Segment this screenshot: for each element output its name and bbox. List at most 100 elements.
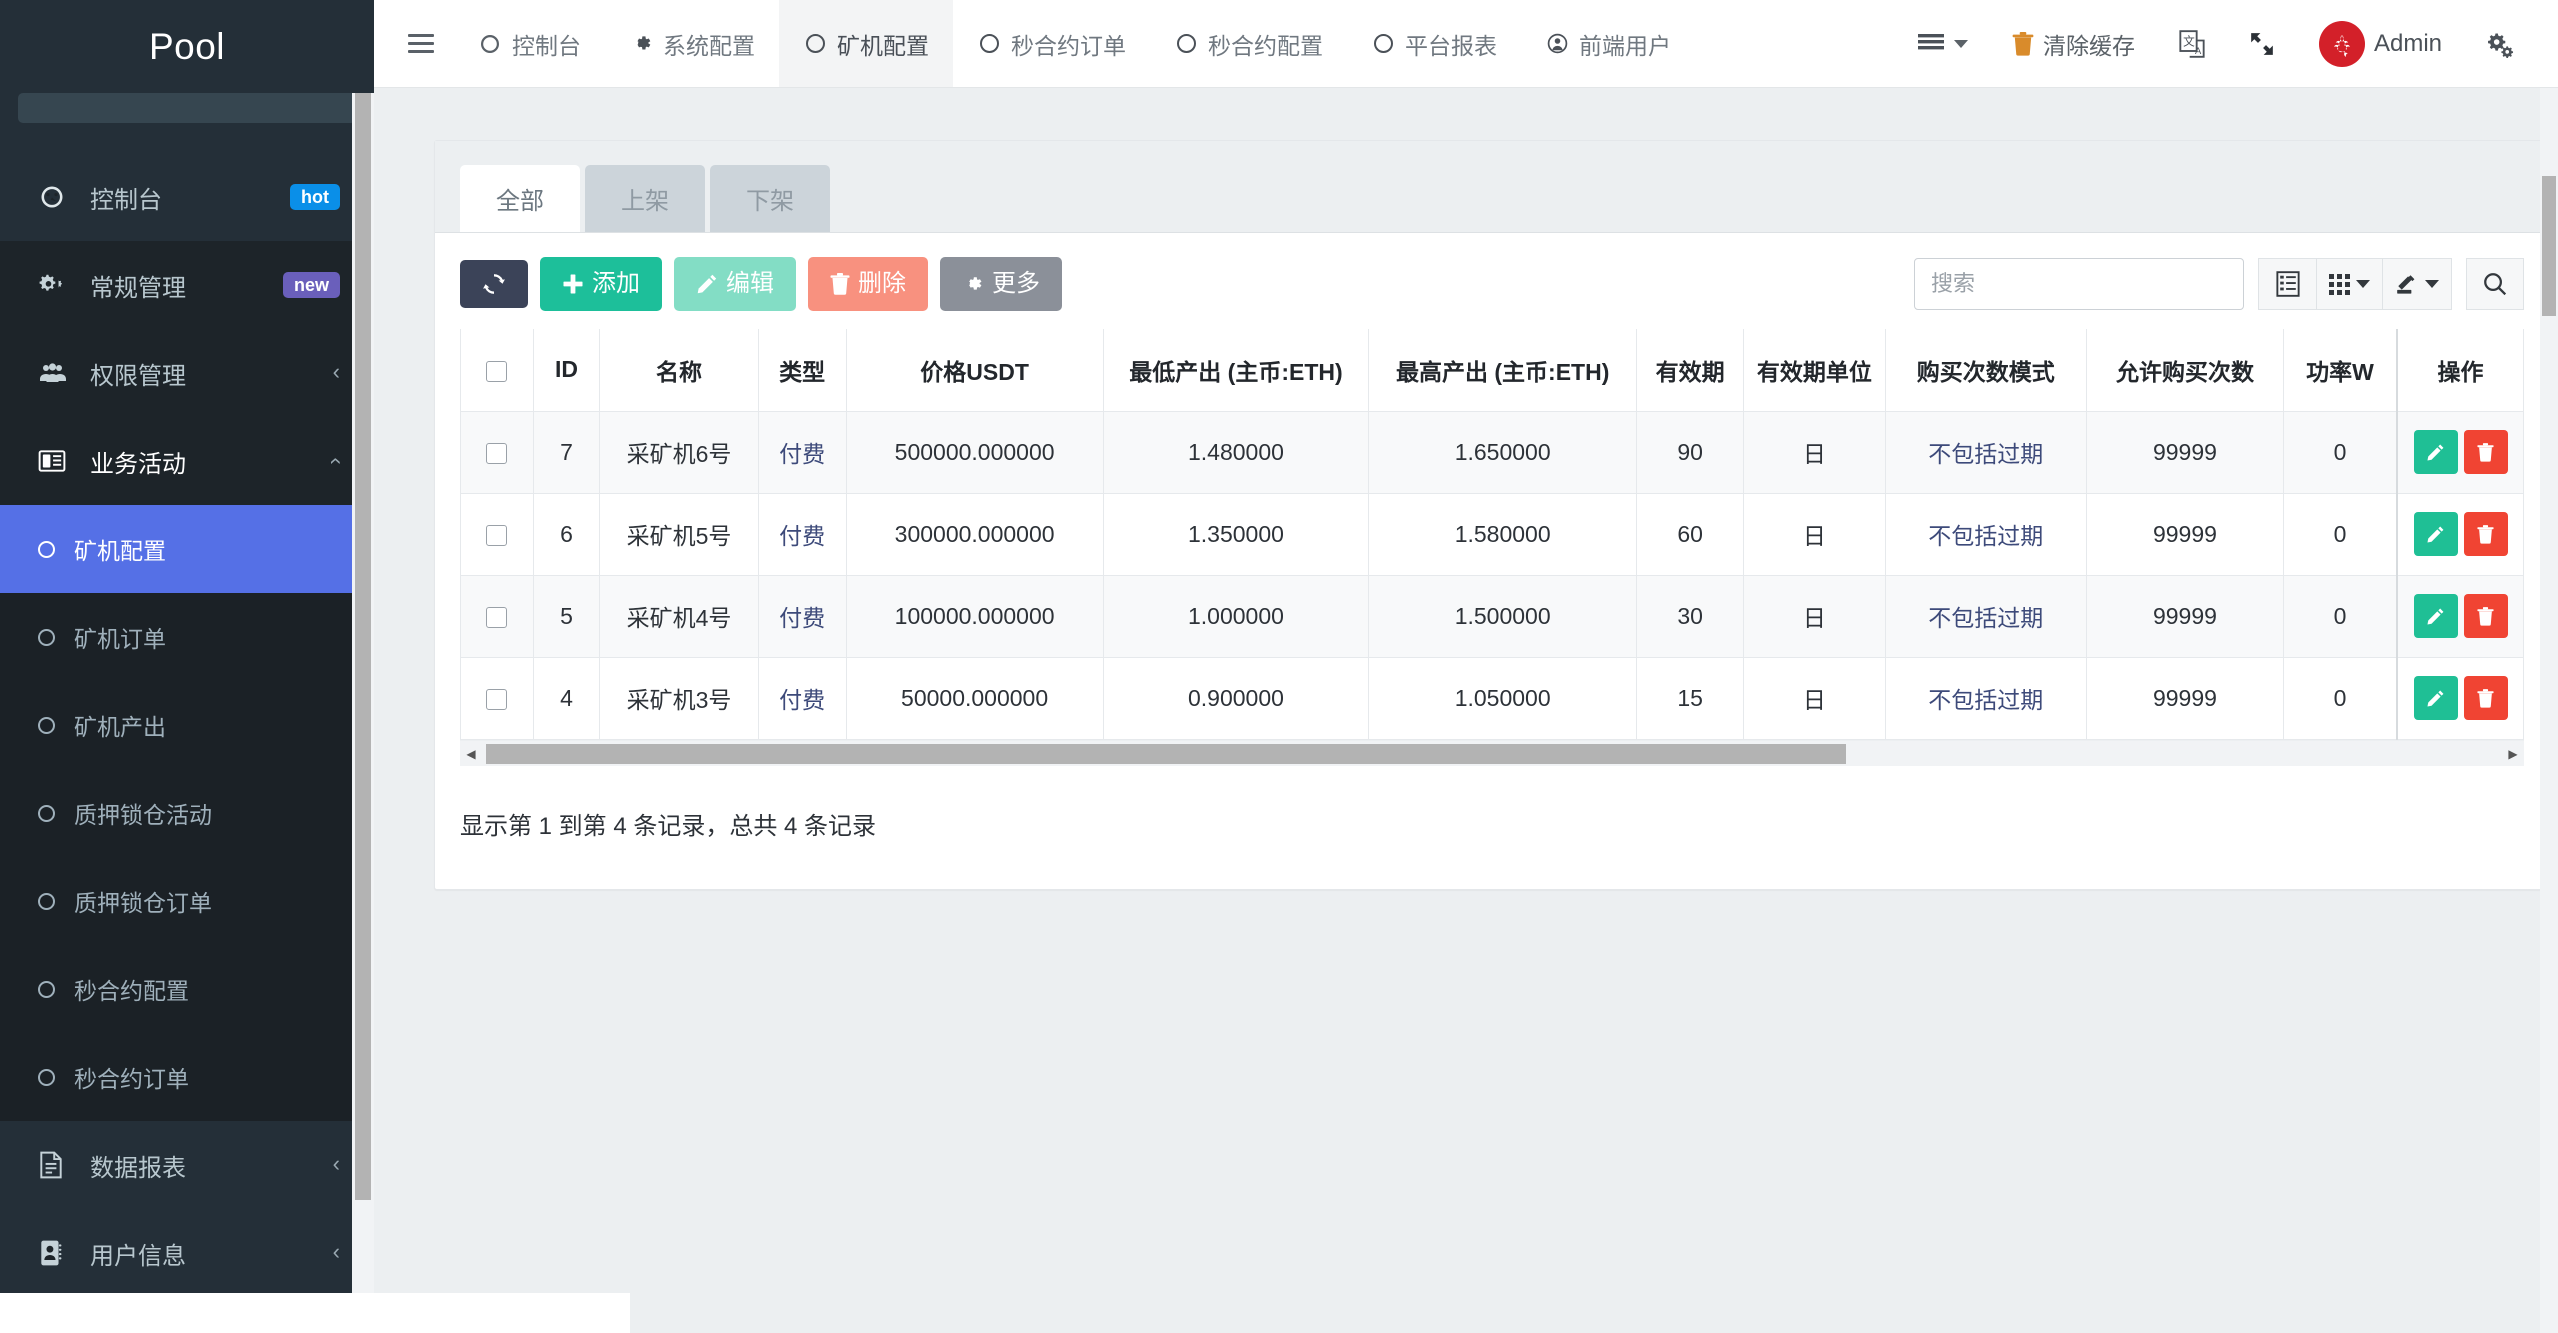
row-edit-button[interactable] — [2413, 512, 2458, 556]
table-head: ID 名称 类型 价格USDT 最低产出 (主币:ETH) 最高产出 (主币:E… — [460, 329, 2525, 412]
cell-operations — [2396, 574, 2525, 658]
tab-miner-config[interactable]: 矿机配置 — [779, 0, 953, 87]
row-checkbox[interactable] — [486, 524, 508, 546]
gear-icon — [629, 32, 653, 56]
delete-button[interactable]: 删除 — [808, 257, 928, 311]
cell-validity: 15 — [1636, 656, 1745, 740]
cell-validity-unit: 日 — [1743, 492, 1886, 576]
table-row[interactable]: 6 采矿机5号 付费 300000.000000 1.350000 1.5800… — [460, 492, 2525, 576]
sidebar-subitem-miner-order[interactable]: 矿机订单 — [0, 593, 374, 681]
sidebar-item-business-activity[interactable]: 业务活动 ‹ — [0, 417, 374, 505]
search-button[interactable] — [2466, 258, 2524, 310]
table-horizontal-scrollbar[interactable]: ◀ ▶ — [460, 739, 2524, 767]
select-all-checkbox[interactable] — [486, 360, 508, 382]
gear-icon — [962, 273, 984, 295]
tab-dashboard[interactable]: 控制台 — [454, 0, 605, 87]
row-select-cell — [460, 492, 534, 576]
table-body: 7 采矿机6号 付费 500000.000000 1.480000 1.6500… — [460, 410, 2525, 740]
sidebar-item-general-management[interactable]: 常规管理 new — [0, 241, 374, 329]
tab-label: 系统配置 — [663, 32, 755, 59]
table-row[interactable]: 5 采矿机4号 付费 100000.000000 1.000000 1.5000… — [460, 574, 2525, 658]
gear-icon — [2486, 30, 2514, 58]
hongkong-flag-avatar — [2318, 20, 2365, 67]
refresh-button[interactable] — [460, 260, 528, 308]
sidebar-search-box[interactable] — [18, 93, 356, 123]
cell-max-output: 1.580000 — [1368, 492, 1638, 576]
row-edit-button[interactable] — [2413, 594, 2458, 638]
sidebar-item-permission-management[interactable]: 权限管理 ‹ — [0, 329, 374, 417]
row-checkbox[interactable] — [486, 688, 508, 710]
export-button[interactable] — [2382, 258, 2452, 310]
scroll-right-arrow-icon[interactable]: ▶ — [2502, 741, 2524, 767]
cell-allow-count: 99999 — [2085, 492, 2284, 576]
bottom-white-strip — [0, 1293, 630, 1333]
sidebar-subitem-miner-config[interactable]: 矿机配置 — [0, 505, 374, 593]
tab-second-contract-config[interactable]: 秒合约配置 — [1150, 0, 1347, 87]
page-scrollbar[interactable] — [2540, 88, 2558, 1333]
row-select-cell — [460, 656, 534, 740]
row-delete-button[interactable] — [2463, 676, 2508, 720]
row-action-group — [2406, 512, 2515, 556]
clear-cache-label: 清除缓存 — [2042, 32, 2135, 59]
tab-system-config[interactable]: 系统配置 — [605, 0, 779, 87]
search-input[interactable] — [1914, 258, 2244, 310]
sidebar-subitem-staking-order[interactable]: 质押锁仓订单 — [0, 857, 374, 945]
bottom-white-strip-inner — [0, 1293, 374, 1333]
columns-button[interactable] — [2316, 258, 2382, 310]
row-checkbox[interactable] — [486, 606, 508, 628]
sidebar-subitem-second-contract-config[interactable]: 秒合约配置 — [0, 945, 374, 1033]
row-checkbox[interactable] — [486, 442, 508, 464]
cell-allow-count: 99999 — [2085, 656, 2284, 740]
list-menu-icon — [1917, 33, 1945, 55]
tab-platform-report[interactable]: 平台报表 — [1347, 0, 1521, 87]
topbar-right-actions: 清除缓存 文 A Admin — [1895, 0, 2558, 87]
page-scrollbar-thumb[interactable] — [2542, 176, 2556, 316]
edit-button[interactable]: 编辑 — [674, 257, 796, 311]
sidebar-scrollbar[interactable]: ▼ — [352, 93, 374, 1333]
circle-icon — [38, 628, 74, 646]
sidebar-item-user-info[interactable]: 用户信息 ‹ — [0, 1209, 374, 1297]
more-button[interactable]: 更多 — [940, 257, 1062, 311]
tab-unlisted[interactable]: 下架 — [710, 165, 830, 232]
tab-listed[interactable]: 上架 — [585, 165, 705, 232]
sidebar-subitem-second-contract-order[interactable]: 秒合约订单 — [0, 1033, 374, 1121]
row-edit-button[interactable] — [2413, 676, 2458, 720]
translate-button[interactable]: 文 A — [2157, 0, 2227, 88]
sidebar-item-data-report[interactable]: 数据报表 ‹ — [0, 1121, 374, 1209]
list-view-button[interactable] — [2258, 258, 2316, 310]
user-menu-button[interactable]: Admin — [2297, 0, 2464, 88]
cell-validity-unit: 日 — [1743, 574, 1886, 658]
report-icon — [38, 1151, 78, 1179]
row-delete-button[interactable] — [2463, 430, 2508, 474]
table-row[interactable]: 7 采矿机6号 付费 500000.000000 1.480000 1.6500… — [460, 410, 2525, 494]
tab-second-contract-order[interactable]: 秒合约订单 — [953, 0, 1150, 87]
sidebar-subitem-staking-activity[interactable]: 质押锁仓活动 — [0, 769, 374, 857]
user-circle-icon — [1545, 32, 1569, 56]
row-edit-button[interactable] — [2413, 430, 2458, 474]
row-action-group — [2406, 676, 2515, 720]
settings-button[interactable] — [2464, 0, 2536, 88]
clear-cache-button[interactable]: 清除缓存 — [1990, 0, 2157, 88]
add-button[interactable]: 添加 — [540, 257, 662, 311]
more-label: 更多 — [992, 270, 1040, 297]
sidebar-subitem-miner-output[interactable]: 矿机产出 — [0, 681, 374, 769]
fullscreen-icon — [2249, 31, 2275, 57]
circle-icon — [38, 980, 74, 998]
fullscreen-button[interactable] — [2227, 0, 2297, 88]
tab-frontend-users[interactable]: 前端用户 — [1521, 0, 1695, 87]
cell-min-output: 0.900000 — [1102, 656, 1370, 740]
table-scrollbar-thumb[interactable] — [486, 743, 1846, 764]
contact-icon — [38, 1239, 78, 1267]
scroll-left-arrow-icon[interactable]: ◀ — [460, 741, 482, 767]
list-menu-button[interactable] — [1895, 0, 1990, 88]
cell-buy-mode: 不包括过期 — [1884, 574, 2087, 658]
tab-all[interactable]: 全部 — [460, 165, 580, 232]
sidebar-toggle-button[interactable] — [388, 0, 454, 87]
table-row[interactable]: 4 采矿机3号 付费 50000.000000 0.900000 1.05000… — [460, 656, 2525, 740]
translate-icon: 文 A — [2179, 29, 2205, 58]
row-delete-button[interactable] — [2463, 594, 2508, 638]
sidebar-scrollbar-thumb[interactable] — [355, 93, 371, 1200]
sidebar-item-dashboard[interactable]: 控制台 hot — [0, 153, 374, 241]
cell-max-output: 1.050000 — [1368, 656, 1638, 740]
row-delete-button[interactable] — [2463, 512, 2508, 556]
